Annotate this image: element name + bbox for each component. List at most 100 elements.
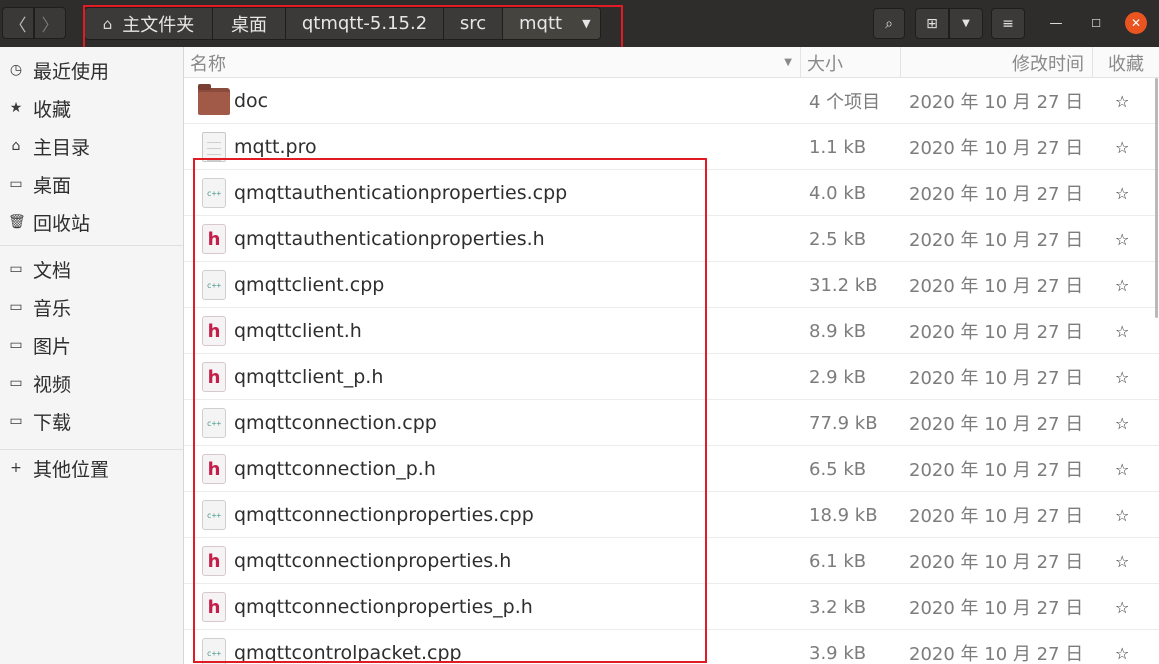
cpp-file-icon: c++ bbox=[202, 270, 226, 300]
file-size: 4 个项目 bbox=[809, 92, 881, 113]
file-icon-cell: c++ bbox=[198, 400, 230, 446]
sidebar-item-documents[interactable]: ▭ 文档 bbox=[0, 253, 183, 285]
file-icon-cell: c++ bbox=[198, 630, 230, 664]
scrollbar[interactable] bbox=[1155, 78, 1158, 318]
star-toggle-icon[interactable]: ☆ bbox=[1115, 584, 1129, 630]
sidebar-item-label: 文档 bbox=[33, 259, 72, 282]
close-button[interactable]: ✕ bbox=[1125, 12, 1147, 34]
star-toggle-icon[interactable]: ☆ bbox=[1115, 492, 1129, 538]
crumb-qtmqtt[interactable]: qtmqtt-5.15.2 bbox=[286, 7, 444, 40]
minimize-button[interactable]: — bbox=[1045, 12, 1067, 34]
file-row[interactable]: mqtt.pro 1.1 kB 2020 年 10 月 27 日 ☆ bbox=[184, 124, 1159, 170]
sidebar-item-trash[interactable]: 🗑 回收站 bbox=[0, 206, 183, 238]
sort-arrow-icon: ▼ bbox=[784, 57, 792, 68]
file-row[interactable]: h qmqttconnectionproperties_p.h 3.2 kB 2020… bbox=[184, 584, 1159, 630]
sidebar-item-downloads[interactable]: ▭ 下载 bbox=[0, 405, 183, 437]
file-size: 3.2 kB bbox=[809, 596, 867, 618]
folder-icon: ▭ bbox=[9, 261, 23, 277]
file-row[interactable]: h qmqttclient.h 8.9 kB 2020 年 10 月 27 日 ☆ bbox=[184, 308, 1159, 354]
folder-icon: ▭ bbox=[9, 337, 23, 353]
sidebar-item-label: 音乐 bbox=[33, 297, 72, 320]
star-toggle-icon[interactable]: ☆ bbox=[1115, 538, 1129, 584]
file-row[interactable]: c++ qmqttcontrolpacket.cpp 3.9 kB 2020 年 10… bbox=[184, 630, 1159, 664]
file-modified: 2020 年 10 月 27 日 bbox=[909, 138, 1084, 159]
file-size: 8.9 kB bbox=[809, 320, 867, 342]
file-row[interactable]: c++ qmqttconnection.cpp 77.9 kB 2020 年 10 月… bbox=[184, 400, 1159, 446]
file-row[interactable]: c++ qmqttclient.cpp 31.2 kB 2020 年 10 月 27 … bbox=[184, 262, 1159, 308]
star-toggle-icon[interactable]: ☆ bbox=[1115, 78, 1129, 124]
file-list: doc 4 个项目 2020 年 10 月 27 日 ☆ mqtt.pro 1.1 kB 2… bbox=[184, 78, 1159, 664]
sidebar-item-home[interactable]: ⌂ 主目录 bbox=[0, 130, 183, 162]
file-size: 6.1 kB bbox=[809, 550, 867, 572]
column-name[interactable]: 名称 ▼ bbox=[184, 47, 801, 78]
file-row[interactable]: h qmqttclient_p.h 2.9 kB 2020 年 10 月 27 日 ☆ bbox=[184, 354, 1159, 400]
sidebar-item-starred[interactable]: ★ 收藏 bbox=[0, 92, 183, 124]
file-row[interactable]: h qmqttconnection_p.h 6.5 kB 2020 年 10 月 27… bbox=[184, 446, 1159, 492]
file-icon-cell: h bbox=[198, 584, 230, 630]
forward-button[interactable]: 〉 bbox=[34, 7, 66, 39]
plus-icon: + bbox=[10, 460, 22, 476]
file-size: 18.9 kB bbox=[809, 504, 878, 526]
view-options-button[interactable]: ▼ bbox=[949, 8, 983, 39]
star-toggle-icon[interactable]: ☆ bbox=[1115, 630, 1129, 664]
clock-icon: ◷ bbox=[9, 62, 23, 78]
sidebar-item-label: 下载 bbox=[33, 411, 72, 434]
file-row[interactable]: c++ qmqttconnectionproperties.cpp 18.9 kB 2… bbox=[184, 492, 1159, 538]
sidebar-item-desktop[interactable]: ▭ 桌面 bbox=[0, 168, 183, 200]
star-toggle-icon[interactable]: ☆ bbox=[1115, 170, 1129, 216]
sidebar-divider bbox=[0, 245, 183, 246]
column-name-label: 名称 bbox=[190, 53, 226, 75]
back-button[interactable]: 〈 bbox=[2, 7, 34, 39]
text-file-icon bbox=[202, 132, 226, 162]
sidebar-item-other-locations[interactable]: + 其他位置 bbox=[0, 452, 183, 484]
sidebar-item-pictures[interactable]: ▭ 图片 bbox=[0, 329, 183, 361]
file-row[interactable]: doc 4 个项目 2020 年 10 月 27 日 ☆ bbox=[184, 78, 1159, 124]
maximize-icon: ☐ bbox=[1091, 16, 1101, 30]
star-toggle-icon[interactable]: ☆ bbox=[1115, 400, 1129, 446]
view-toggle-button[interactable]: ⊞ bbox=[915, 8, 949, 39]
crumb-label: src bbox=[459, 13, 487, 34]
crumb-src[interactable]: src bbox=[444, 7, 503, 40]
column-size-label: 大小 bbox=[807, 53, 843, 75]
column-starred[interactable]: 收藏 bbox=[1093, 47, 1159, 78]
column-modified[interactable]: 修改时间 bbox=[901, 47, 1093, 78]
file-row[interactable]: h qmqttconnectionproperties.h 6.1 kB 2020 年… bbox=[184, 538, 1159, 584]
file-row[interactable]: c++ qmqttauthenticationproperties.cpp 4.0 … bbox=[184, 170, 1159, 216]
breadcrumb: ⌂ 主文件夹 桌面 qtmqtt-5.15.2 src mqtt ▼ bbox=[84, 7, 601, 40]
crumb-mqtt[interactable]: mqtt ▼ bbox=[503, 7, 601, 40]
sidebar-item-music[interactable]: ▭ 音乐 bbox=[0, 291, 183, 323]
chevron-down-icon[interactable]: ▼ bbox=[582, 17, 590, 30]
star-toggle-icon[interactable]: ☆ bbox=[1115, 124, 1129, 170]
cpp-file-icon: c++ bbox=[202, 408, 226, 438]
sidebar-item-videos[interactable]: ▭ 视频 bbox=[0, 367, 183, 399]
star-toggle-icon[interactable]: ☆ bbox=[1115, 262, 1129, 308]
header-file-icon: h bbox=[202, 224, 226, 254]
file-size: 3.9 kB bbox=[809, 642, 867, 664]
file-modified: 2020 年 10 月 27 日 bbox=[909, 598, 1084, 619]
crumb-home[interactable]: ⌂ 主文件夹 bbox=[84, 7, 213, 40]
main-menu-button[interactable]: ≡ bbox=[991, 8, 1025, 39]
sidebar-item-recent[interactable]: ◷ 最近使用 bbox=[0, 54, 183, 86]
file-modified: 2020 年 10 月 27 日 bbox=[909, 92, 1084, 113]
star-toggle-icon[interactable]: ☆ bbox=[1115, 446, 1129, 492]
file-name: qmqttconnectionproperties.h bbox=[234, 550, 512, 572]
star-toggle-icon[interactable]: ☆ bbox=[1115, 354, 1129, 400]
maximize-button[interactable]: ☐ bbox=[1085, 12, 1107, 34]
home-icon: ⌂ bbox=[102, 14, 113, 33]
star-toggle-icon[interactable]: ☆ bbox=[1115, 216, 1129, 262]
file-name: qmqttcontrolpacket.cpp bbox=[234, 642, 462, 664]
folder-icon bbox=[198, 83, 230, 115]
file-name: qmqttconnection_p.h bbox=[234, 458, 436, 480]
header-file-icon: h bbox=[202, 592, 226, 622]
sidebar-divider bbox=[0, 449, 183, 450]
file-row[interactable]: h qmqttauthenticationproperties.h 2.5 kB 20… bbox=[184, 216, 1159, 262]
search-button[interactable]: ⌕ bbox=[873, 8, 905, 39]
crumb-desktop[interactable]: 桌面 bbox=[213, 7, 286, 40]
minimize-icon: — bbox=[1049, 15, 1063, 31]
hamburger-icon: ≡ bbox=[1002, 15, 1014, 32]
file-size: 6.5 kB bbox=[809, 458, 867, 480]
star-toggle-icon[interactable]: ☆ bbox=[1115, 308, 1129, 354]
sidebar-item-label: 回收站 bbox=[33, 212, 91, 235]
column-size[interactable]: 大小 bbox=[801, 47, 901, 78]
file-name: qmqttclient.h bbox=[234, 320, 362, 342]
